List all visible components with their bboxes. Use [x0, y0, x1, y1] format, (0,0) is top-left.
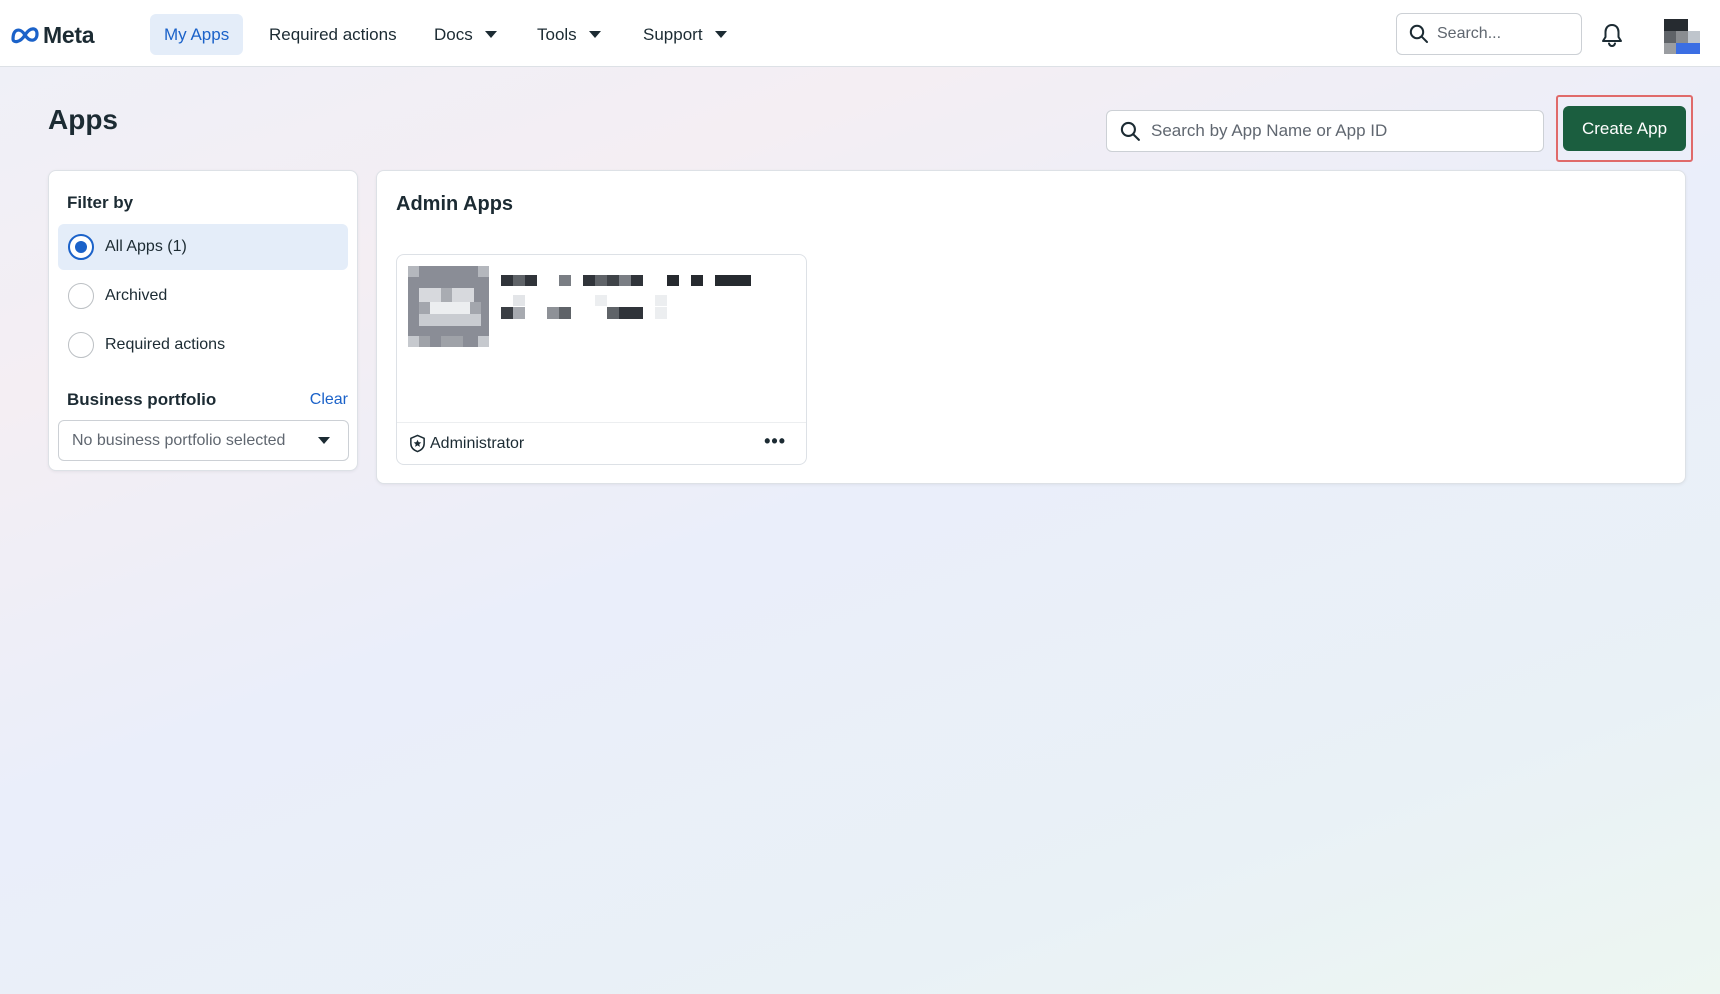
filter-option-archived[interactable]: Archived: [58, 273, 348, 319]
search-icon: [1120, 121, 1140, 141]
shield-star-icon: [410, 434, 425, 453]
search-icon: [1409, 24, 1428, 43]
business-portfolio-value: No business portfolio selected: [72, 431, 286, 449]
app-card[interactable]: Administrator •••: [396, 254, 807, 465]
avatar-icon[interactable]: [1664, 19, 1700, 54]
chevron-down-icon: [484, 31, 497, 38]
business-portfolio-heading: Business portfolio: [67, 390, 217, 409]
top-navigation: Meta My Apps Required actions Docs Tools…: [0, 0, 1720, 67]
business-portfolio-select[interactable]: No business portfolio selected: [58, 420, 349, 461]
app-role-label: Administrator: [430, 434, 525, 452]
filter-panel: Filter by All Apps (1) Archived Required…: [48, 170, 358, 471]
app-search[interactable]: [1106, 110, 1544, 152]
more-options-icon[interactable]: •••: [764, 431, 786, 451]
nav-support[interactable]: Support: [629, 14, 741, 55]
nav-required-actions-label: Required actions: [269, 24, 397, 44]
global-search[interactable]: [1396, 13, 1582, 55]
meta-logo-icon: [11, 27, 39, 44]
admin-apps-heading: Admin Apps: [396, 193, 514, 215]
filter-option-required-actions[interactable]: Required actions: [58, 322, 348, 368]
logo-text: Meta: [43, 21, 95, 48]
caret-down-icon: [318, 437, 330, 444]
app-card-footer: Administrator •••: [397, 422, 806, 464]
chevron-down-icon: [588, 31, 601, 38]
admin-apps-panel: Admin Apps Administrator •••: [376, 170, 1686, 484]
radio-checked-icon[interactable]: [68, 234, 94, 260]
nav-support-label: Support: [643, 24, 703, 44]
bell-icon[interactable]: [1598, 21, 1626, 49]
nav-tools-label: Tools: [537, 24, 577, 44]
nav-my-apps[interactable]: My Apps: [150, 14, 244, 55]
filter-heading: Filter by: [67, 193, 134, 212]
meta-logo[interactable]: Meta: [10, 21, 95, 48]
filter-option-label: Required actions: [105, 336, 226, 353]
filter-option-label: Archived: [105, 287, 168, 304]
nav-docs-label: Docs: [434, 24, 473, 44]
business-portfolio-clear-link[interactable]: Clear: [310, 391, 348, 409]
global-search-input[interactable]: [1437, 25, 1567, 43]
nav-docs[interactable]: Docs: [420, 14, 511, 55]
radio-unchecked-icon[interactable]: [68, 283, 94, 309]
radio-unchecked-icon[interactable]: [68, 332, 94, 358]
nav-my-apps-label: My Apps: [164, 24, 230, 44]
app-name-redacted: [501, 275, 751, 319]
app-search-input[interactable]: [1151, 121, 1531, 141]
nav-tools[interactable]: Tools: [523, 14, 615, 55]
nav-required-actions[interactable]: Required actions: [255, 14, 411, 55]
page-title: Apps: [48, 104, 118, 135]
chevron-down-icon: [714, 31, 727, 38]
app-thumbnail: [408, 266, 489, 347]
filter-option-label: All Apps (1): [105, 238, 187, 255]
filter-option-all-apps[interactable]: All Apps (1): [58, 224, 348, 270]
create-app-button[interactable]: Create App: [1563, 106, 1686, 151]
